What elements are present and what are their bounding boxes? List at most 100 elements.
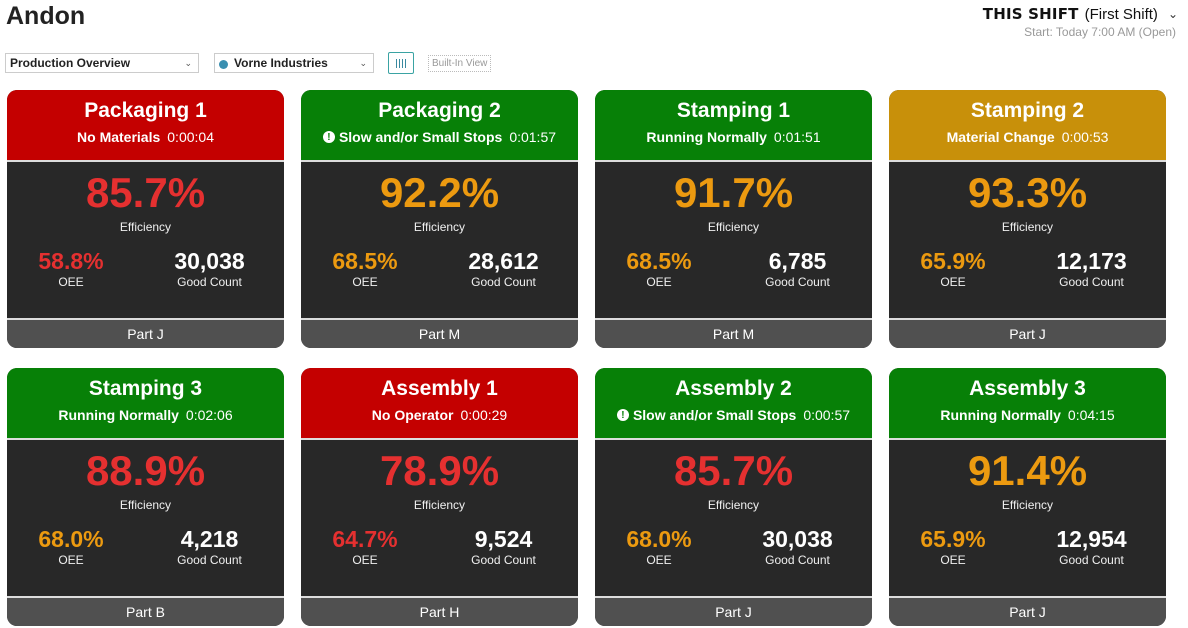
efficiency-value: 92.2% — [379, 169, 500, 216]
chevron-down-icon: ⌄ — [359, 57, 367, 68]
machine-tile[interactable]: Assembly 2! Slow and/or Small Stops 0:00:5… — [595, 368, 872, 626]
good-count-label: Good Count — [471, 275, 536, 289]
chevron-down-icon[interactable]: ⌄ — [1168, 7, 1178, 21]
good-count-value: 4,218 — [180, 526, 239, 552]
machine-tile[interactable]: Assembly 3 Running Normally 0:04:15 91.4% Ef… — [889, 368, 1166, 626]
page-title: Andon — [6, 2, 86, 30]
efficiency-label: Efficiency — [1001, 220, 1054, 234]
exclamation-icon: ! — [322, 131, 335, 143]
state-reason: Running Normally — [646, 129, 767, 145]
columns-icon — [396, 58, 397, 68]
good-count-label: Good Count — [471, 553, 536, 567]
tile-body: 91.4% Efficiency 65.9% OEE 12,954 Good Count — [889, 440, 1166, 596]
efficiency-label: Efficiency — [707, 498, 760, 512]
efficiency-label: Efficiency — [1001, 498, 1054, 512]
state-duration: 0:01:51 — [773, 129, 821, 145]
state-duration: 0:01:57 — [509, 129, 557, 145]
toolbar: Production Overview ⌄ Vorne Industries ⌄… — [5, 52, 492, 74]
site-select[interactable]: Vorne Industries ⌄ — [214, 53, 374, 73]
tile-body: 88.9% Efficiency 68.0% OEE 4,218 Good Count — [7, 440, 284, 596]
oee-value: 68.5% — [332, 248, 398, 274]
machine-tile[interactable]: Packaging 1 No Materials 0:00:04 85.7% Effic… — [7, 90, 284, 348]
good-count-value: 28,612 — [468, 248, 539, 274]
machine-name: Packaging 2 — [378, 99, 501, 122]
machine-name: Assembly 3 — [969, 377, 1086, 400]
view-select[interactable]: Production Overview ⌄ — [5, 53, 199, 73]
oee-value: 58.8% — [38, 248, 104, 274]
machine-name: Stamping 3 — [88, 377, 203, 400]
efficiency-value: 78.9% — [379, 447, 500, 494]
oee-label: OEE — [646, 275, 672, 289]
site-select-value: Vorne Industries — [234, 56, 328, 70]
tile-body: 93.3% Efficiency 65.9% OEE 12,173 Good Count — [889, 162, 1166, 318]
tile-header: Packaging 1 No Materials 0:00:04 — [7, 90, 284, 162]
state-reason: Running Normally — [940, 407, 1061, 423]
state-reason: Material Change — [946, 129, 1055, 145]
efficiency-value: 91.4% — [967, 447, 1088, 494]
part-name: Part H — [301, 596, 578, 626]
good-count-value: 30,038 — [174, 248, 245, 274]
shift-selector[interactable]: THIS SHIFT (First Shift) ⌄ Start: Today … — [983, 5, 1178, 39]
good-count-label: Good Count — [765, 553, 830, 567]
andon-tile-grid: Packaging 1 No Materials 0:00:04 85.7% Effic… — [7, 90, 1166, 626]
tile-header: Stamping 1 Running Normally 0:01:51 — [595, 90, 872, 162]
oee-label: OEE — [352, 275, 378, 289]
part-name: Part J — [889, 596, 1166, 626]
state-reason: No Materials — [77, 129, 161, 145]
machine-state: No Operator 0:00:29 — [301, 407, 578, 423]
good-count-label: Good Count — [1059, 275, 1124, 289]
tile-body: 91.7% Efficiency 68.5% OEE 6,785 Good Count — [595, 162, 872, 318]
machine-state: Running Normally 0:01:51 — [595, 129, 872, 145]
machine-name: Stamping 2 — [970, 99, 1085, 122]
part-name: Part J — [595, 596, 872, 626]
part-name: Part J — [889, 318, 1166, 348]
tile-header: Stamping 3 Running Normally 0:02:06 — [7, 368, 284, 440]
oee-label: OEE — [352, 553, 378, 567]
machine-state: Material Change 0:00:53 — [889, 129, 1166, 145]
columns-view-button[interactable] — [388, 52, 414, 74]
chevron-down-icon: ⌄ — [184, 57, 192, 68]
good-count-label: Good Count — [177, 553, 242, 567]
state-duration: 0:02:06 — [185, 407, 233, 423]
oee-value: 64.7% — [332, 526, 398, 552]
state-duration: 0:00:04 — [167, 129, 214, 145]
tile-header: Stamping 2 Material Change 0:00:53 — [889, 90, 1166, 162]
efficiency-label: Efficiency — [707, 220, 760, 234]
tile-body: 85.7% Efficiency 68.0% OEE 30,038 Good Count — [595, 440, 872, 596]
good-count-label: Good Count — [1059, 553, 1124, 567]
view-select-value: Production Overview — [10, 56, 131, 70]
efficiency-value: 85.7% — [673, 447, 794, 494]
machine-state: Running Normally 0:04:15 — [889, 407, 1166, 423]
good-count-value: 30,038 — [762, 526, 833, 552]
good-count-value: 9,524 — [474, 526, 533, 552]
state-duration: 0:04:15 — [1067, 407, 1115, 423]
machine-tile[interactable]: Stamping 1 Running Normally 0:01:51 91.7% Ef… — [595, 90, 872, 348]
machine-name: Assembly 2 — [675, 377, 792, 400]
state-reason: Running Normally — [58, 407, 179, 423]
efficiency-label: Efficiency — [119, 220, 172, 234]
tile-body: 85.7% Efficiency 58.8% OEE 30,038 Good Count — [7, 162, 284, 318]
good-count-value: 6,785 — [768, 248, 827, 274]
machine-name: Stamping 1 — [676, 99, 791, 122]
state-reason: Slow and/or Small Stops — [632, 407, 797, 423]
shift-name: THIS SHIFT — [982, 5, 1079, 23]
machine-tile[interactable]: Stamping 3 Running Normally 0:02:06 88.9% Ef… — [7, 368, 284, 626]
oee-label: OEE — [940, 275, 966, 289]
machine-tile[interactable]: Stamping 2 Material Change 0:00:53 93.3% Eff… — [889, 90, 1166, 348]
efficiency-label: Efficiency — [413, 498, 466, 512]
good-count-value: 12,954 — [1056, 526, 1127, 552]
machine-tile[interactable]: Assembly 1 No Operator 0:00:29 78.9% Efficie… — [301, 368, 578, 626]
oee-label: OEE — [58, 275, 84, 289]
built-in-view-button[interactable]: Built-In View — [428, 54, 492, 72]
part-name: Part B — [7, 596, 284, 626]
part-name: Part J — [7, 318, 284, 348]
oee-value: 65.9% — [920, 526, 986, 552]
good-count-value: 12,173 — [1056, 248, 1127, 274]
good-count-label: Good Count — [765, 275, 830, 289]
machine-tile[interactable]: Packaging 2! Slow and/or Small Stops 0:01:… — [301, 90, 578, 348]
state-duration: 0:00:29 — [460, 407, 508, 423]
machine-name: Assembly 1 — [381, 377, 498, 400]
state-duration: 0:00:53 — [1061, 129, 1109, 145]
shift-start-time: Start: Today 7:00 AM (Open) — [1024, 25, 1176, 39]
tile-header: Assembly 1 No Operator 0:00:29 — [301, 368, 578, 440]
